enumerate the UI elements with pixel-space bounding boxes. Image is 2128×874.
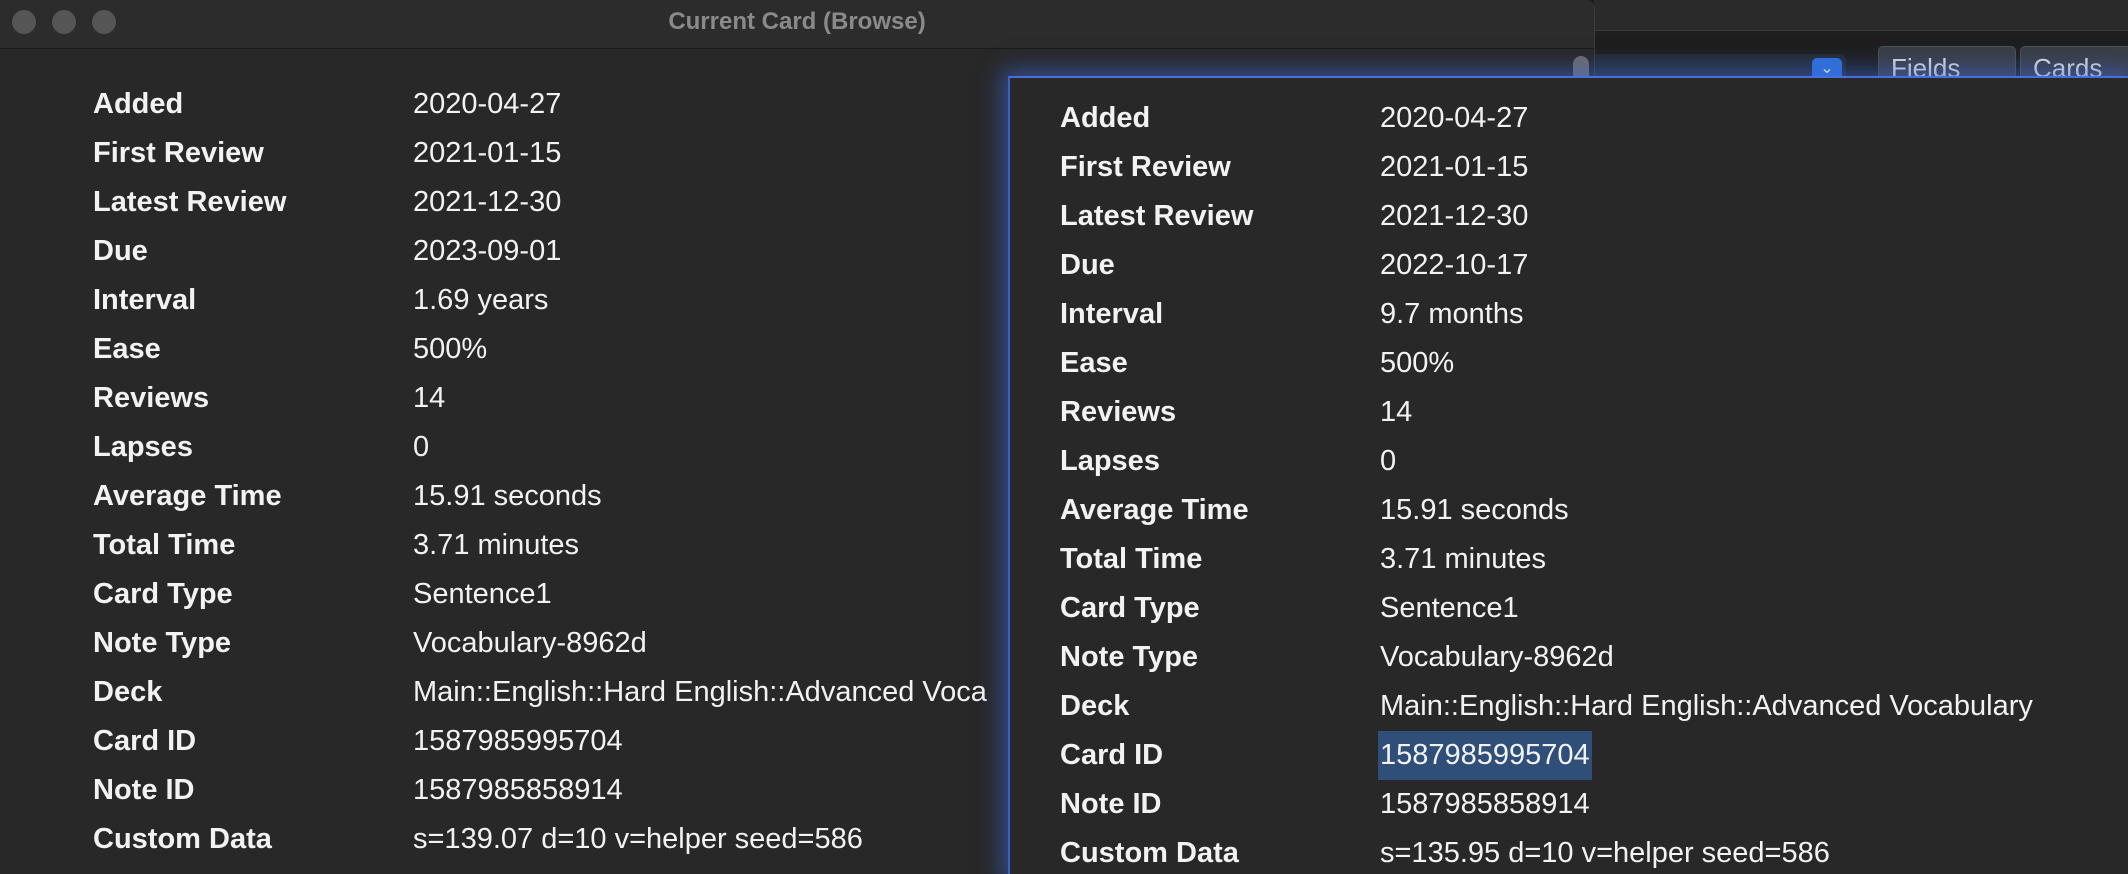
info-label: Deck (1060, 690, 1130, 722)
info-label: Note Type (1060, 641, 1199, 673)
window-titlebar[interactable]: Current Card (Browse) (0, 0, 1594, 49)
info-label: Card Type (93, 578, 233, 610)
info-value[interactable]: 2022-10-17 (1380, 241, 1528, 290)
info-value[interactable]: 500% (413, 325, 487, 374)
info-label: Due (1060, 249, 1115, 281)
info-label: Total Time (1060, 543, 1203, 575)
info-value[interactable]: 14 (1380, 388, 1412, 437)
info-label: Note ID (93, 774, 195, 806)
desktop: ⌄ Fields Cards Current Card (Browse) Add… (0, 0, 2128, 874)
info-label: Lapses (93, 431, 193, 463)
info-value[interactable]: 1587985858914 (1380, 780, 1590, 829)
info-label: Reviews (93, 382, 210, 414)
info-value[interactable]: 2020-04-27 (413, 80, 561, 129)
info-label: Latest Review (1060, 200, 1254, 232)
info-label: Average Time (1060, 494, 1249, 526)
info-value[interactable]: 2020-04-27 (1380, 94, 1528, 143)
info-label: Interval (93, 284, 197, 316)
info-label: Interval (1060, 298, 1164, 330)
info-value[interactable]: 15.91 seconds (1380, 486, 1569, 535)
info-label: Due (93, 235, 148, 267)
info-value[interactable]: 1587985858914 (413, 766, 623, 815)
info-label: Latest Review (93, 186, 287, 218)
info-label: Custom Data (93, 823, 272, 855)
info-label: Added (1060, 102, 1151, 134)
info-value[interactable]: 9.7 months (1380, 290, 1523, 339)
info-label: Deck (93, 676, 163, 708)
info-value[interactable]: 14 (413, 374, 445, 423)
info-label: Note ID (1060, 788, 1162, 820)
info-label: Ease (93, 333, 161, 365)
info-value[interactable]: 15.91 seconds (413, 472, 602, 521)
info-value[interactable]: Main::English::Hard English::Advanced Vo… (413, 668, 987, 717)
info-value[interactable]: s=135.95 d=10 v=helper seed=586 (1380, 829, 1830, 874)
info-label: Added (93, 88, 184, 120)
info-value[interactable]: 2021-01-15 (1380, 143, 1528, 192)
info-value[interactable]: 2021-01-15 (413, 129, 561, 178)
info-label: Total Time (93, 529, 236, 561)
info-value-selected[interactable]: 1587985995704 (1378, 731, 1592, 780)
browser-toolbar-strip (1594, 0, 2128, 31)
info-value[interactable]: s=139.07 d=10 v=helper seed=586 (413, 815, 863, 864)
info-value[interactable]: 0 (413, 423, 429, 472)
info-value[interactable]: Main::English::Hard English::Advanced Vo… (1380, 682, 2033, 731)
info-label: First Review (93, 137, 264, 169)
info-value[interactable]: 0 (1380, 437, 1396, 486)
info-label: Card ID (1060, 739, 1164, 771)
info-label: Note Type (93, 627, 232, 659)
info-label: Card Type (1060, 592, 1200, 624)
info-label: Custom Data (1060, 837, 1239, 869)
info-value[interactable]: 1.69 years (413, 276, 548, 325)
info-label: Average Time (93, 480, 282, 512)
info-value[interactable]: 3.71 minutes (1380, 535, 1546, 584)
info-label: Reviews (1060, 396, 1177, 428)
info-value[interactable]: 1587985995704 (413, 717, 623, 766)
info-label: Ease (1060, 347, 1128, 379)
info-value[interactable]: 2021-12-30 (1380, 192, 1528, 241)
info-value[interactable]: 2021-12-30 (413, 178, 561, 227)
info-value[interactable]: Sentence1 (413, 570, 552, 619)
info-label: Card ID (93, 725, 197, 757)
window-title: Current Card (Browse) (668, 8, 926, 35)
info-value[interactable]: Sentence1 (1380, 584, 1519, 633)
card-info-popup: Added 2020-04-27 First Review 2021-01-15 Lat… (1008, 76, 2128, 874)
info-value[interactable]: 3.71 minutes (413, 521, 579, 570)
info-label: Lapses (1060, 445, 1160, 477)
info-value[interactable]: Vocabulary-8962d (413, 619, 647, 668)
info-value[interactable]: 2023-09-01 (413, 227, 561, 276)
info-value[interactable]: 500% (1380, 339, 1454, 388)
info-value[interactable]: Vocabulary-8962d (1380, 633, 1614, 682)
info-label: First Review (1060, 151, 1231, 183)
